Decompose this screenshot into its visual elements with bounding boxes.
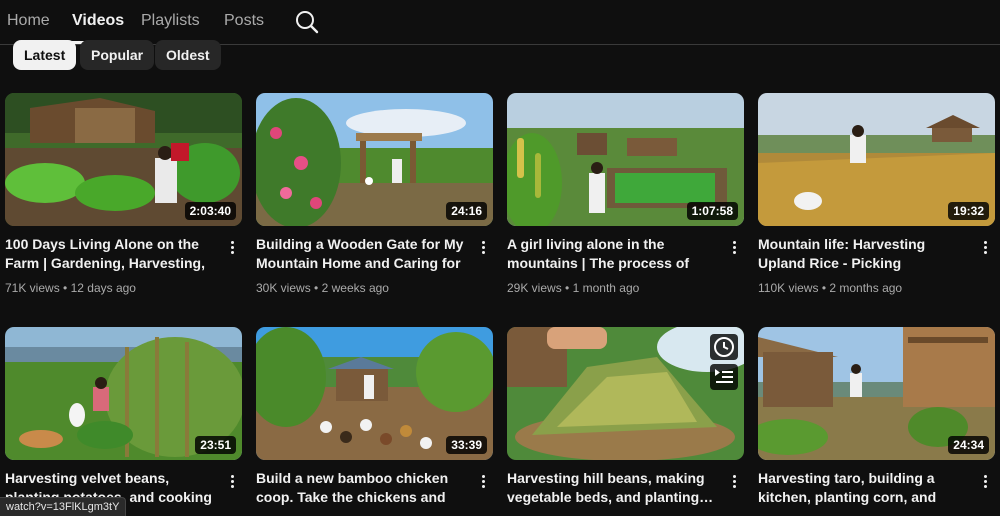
video-meta: 110K views • 2 months ago — [758, 281, 902, 295]
chip-oldest[interactable]: Oldest — [155, 40, 221, 70]
more-options-button[interactable] — [978, 473, 992, 491]
clock-icon — [714, 337, 734, 357]
tab-home[interactable]: Home — [7, 12, 50, 30]
status-bar-url: watch?v=13FlKLgm3tY — [0, 497, 127, 516]
kebab-icon — [476, 475, 490, 488]
video-thumbnail[interactable]: 33:39 — [256, 327, 493, 460]
duration-badge: 24:16 — [446, 202, 487, 220]
duration-badge: 19:32 — [948, 202, 989, 220]
duration-badge: 33:39 — [446, 436, 487, 454]
meta-separator: • — [565, 281, 570, 295]
kebab-icon — [225, 475, 239, 488]
video-thumbnail[interactable]: 24:34 — [758, 327, 995, 460]
search-button[interactable] — [293, 8, 321, 36]
video-meta: 71K views • 12 days ago — [5, 281, 136, 295]
kebab-icon — [978, 475, 992, 488]
kebab-icon — [978, 241, 992, 254]
more-options-button[interactable] — [476, 473, 490, 491]
upload-age: 1 month ago — [572, 281, 640, 295]
video-title[interactable]: 100 Days Living Alone on the Farm | Gard… — [5, 235, 217, 273]
duration-badge: 1:07:58 — [686, 202, 738, 220]
meta-separator: • — [63, 281, 68, 295]
view-count: 30K views — [256, 281, 311, 295]
channel-tab-bar: Home Videos Playlists Posts — [0, 0, 1000, 45]
duration-badge: 24:34 — [948, 436, 989, 454]
upload-age: 2 months ago — [829, 281, 903, 295]
tab-playlists[interactable]: Playlists — [141, 12, 200, 30]
video-title[interactable]: Harvesting taro, building a kitchen, pla… — [758, 469, 970, 507]
chip-latest[interactable]: Latest — [13, 40, 77, 70]
more-options-button[interactable] — [727, 239, 741, 257]
meta-separator: • — [821, 281, 827, 295]
video-title[interactable]: Harvesting hill beans, making vegetable … — [507, 469, 719, 507]
video-thumbnail[interactable]: 2:03:40 — [5, 93, 242, 226]
view-count: 29K views — [507, 281, 562, 295]
kebab-icon — [225, 241, 239, 254]
video-thumbnail[interactable]: 1:07:58 — [507, 93, 744, 226]
kebab-icon — [727, 241, 741, 254]
upload-age: 2 weeks ago — [321, 281, 389, 295]
duration-badge: 2:03:40 — [184, 202, 236, 220]
more-options-button[interactable] — [476, 239, 490, 257]
kebab-icon — [476, 241, 490, 254]
search-icon — [296, 11, 319, 34]
meta-separator: • — [314, 281, 319, 295]
add-to-queue-button[interactable] — [710, 364, 738, 390]
video-title[interactable]: A girl living alone in the mountains | T… — [507, 235, 719, 273]
video-title[interactable]: Build a new bamboo chicken coop. Take th… — [256, 469, 468, 507]
kebab-icon — [727, 475, 741, 488]
more-options-button[interactable] — [225, 239, 239, 257]
tab-posts[interactable]: Posts — [224, 12, 264, 30]
watch-later-button[interactable] — [710, 334, 738, 360]
tab-videos[interactable]: Videos — [72, 12, 124, 30]
view-count: 110K views — [758, 281, 819, 295]
video-title[interactable]: Building a Wooden Gate for My Mountain H… — [256, 235, 468, 273]
more-options-button[interactable] — [727, 473, 741, 491]
video-thumbnail[interactable] — [507, 327, 744, 460]
video-meta: 30K views • 2 weeks ago — [256, 281, 389, 295]
video-thumbnail[interactable]: 23:51 — [5, 327, 242, 460]
duration-badge: 23:51 — [195, 436, 236, 454]
chip-popular[interactable]: Popular — [80, 40, 155, 70]
view-count: 71K views — [5, 281, 60, 295]
video-meta: 29K views • 1 month ago — [507, 281, 639, 295]
upload-age: 12 days ago — [70, 281, 136, 295]
more-options-button[interactable] — [225, 473, 239, 491]
add-to-queue-icon — [715, 369, 733, 383]
video-title[interactable]: Mountain life: Harvesting Upland Rice - … — [758, 235, 970, 273]
more-options-button[interactable] — [978, 239, 992, 257]
video-thumbnail[interactable]: 19:32 — [758, 93, 995, 226]
video-thumbnail[interactable]: 24:16 — [256, 93, 493, 226]
